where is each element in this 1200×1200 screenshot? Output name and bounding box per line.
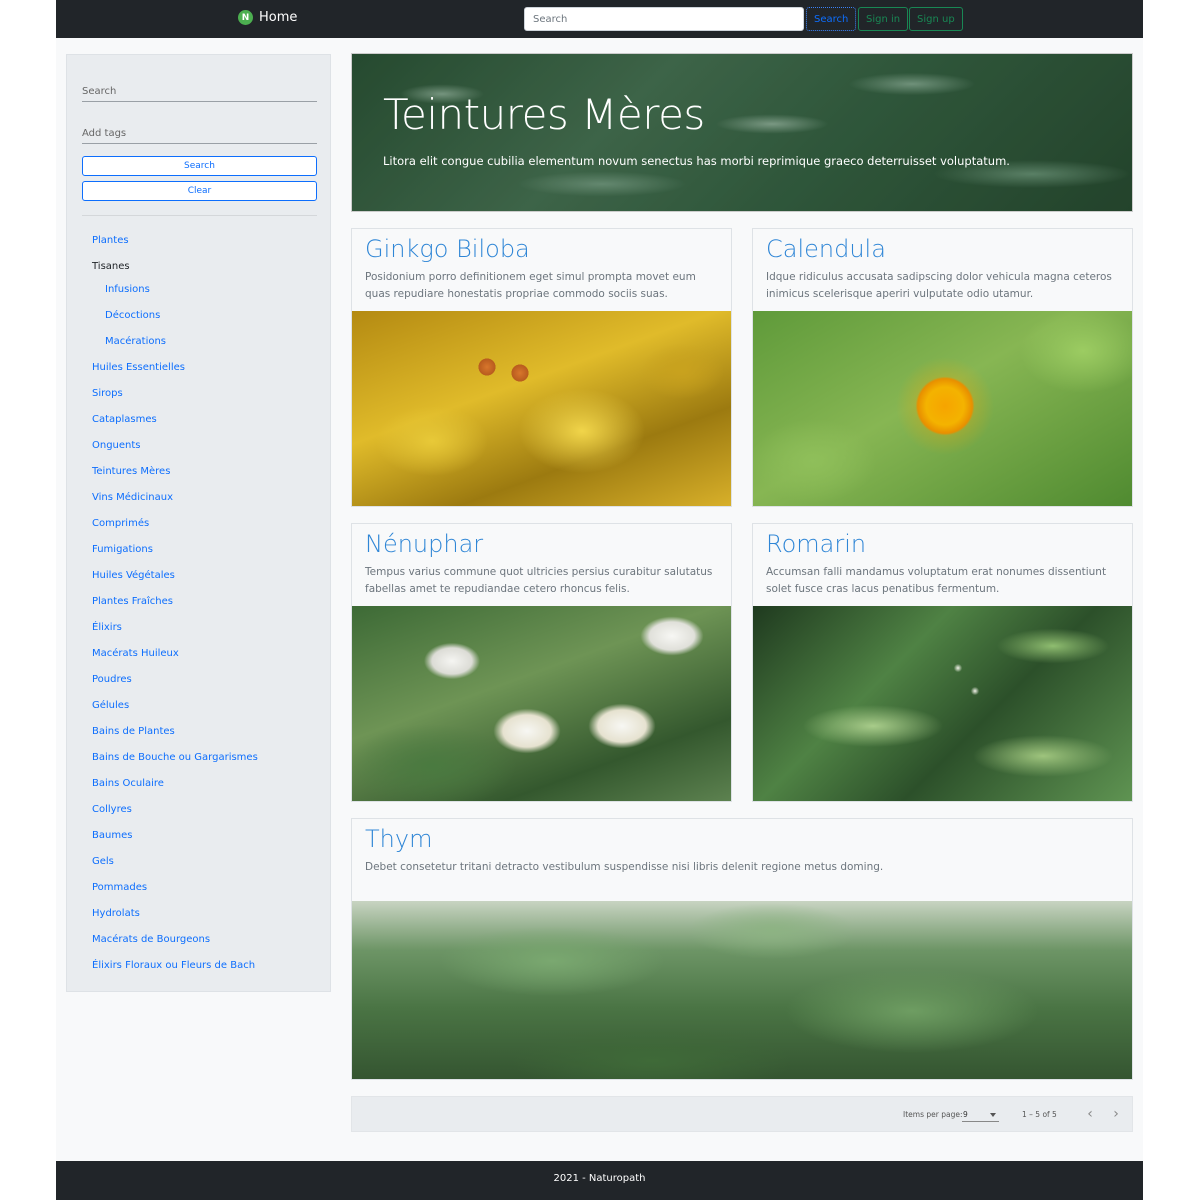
sidebar-item-elixirs-floraux[interactable]: Élixirs Floraux ou Fleurs de Bach <box>92 956 322 982</box>
card-title[interactable]: Romarin <box>766 530 866 558</box>
card-title[interactable]: Calendula <box>766 235 886 263</box>
dropdown-caret-icon <box>990 1113 996 1117</box>
next-page-icon[interactable]: › <box>1107 1105 1125 1123</box>
home-label: Home <box>259 10 298 25</box>
sidebar-item-plantes[interactable]: Plantes <box>92 231 322 257</box>
items-per-page-label: Items per page: <box>903 1110 963 1119</box>
sidebar-item-bains-de-plantes[interactable]: Bains de Plantes <box>92 722 322 748</box>
sidebar-item-huiles-essentielles[interactable]: Huiles Essentielles <box>92 358 322 384</box>
paginator: Items per page: 9 1 – 5 of 5 ‹ › <box>351 1096 1133 1132</box>
product-card-ginkgo[interactable]: Ginkgo Biloba Posidonium porro definitio… <box>351 228 732 507</box>
sidebar-item-infusions[interactable]: Infusions <box>92 280 322 306</box>
sidebar-item-collyres[interactable]: Collyres <box>92 800 322 826</box>
sidebar-divider <box>82 215 317 216</box>
sidebar-item-tisanes[interactable]: Tisanes <box>92 257 322 280</box>
hero-banner: Teintures Mères Litora elit congue cubil… <box>351 53 1133 212</box>
product-card-thym[interactable]: Thym Debet consetetur tritani detracto v… <box>351 818 1133 1080</box>
sidebar-item-gels[interactable]: Gels <box>92 852 322 878</box>
card-description: Tempus varius commune quot ultricies per… <box>365 566 713 595</box>
card-title[interactable]: Thym <box>365 825 432 853</box>
product-card-romarin[interactable]: Romarin Accumsan falli mandamus voluptat… <box>752 523 1133 802</box>
category-list: Plantes Tisanes Infusions Décoctions Mac… <box>92 231 322 982</box>
card-description: Debet consetetur tritani detracto vestib… <box>365 861 884 873</box>
sidebar-item-hydrolats[interactable]: Hydrolats <box>92 904 322 930</box>
sidebar-search-button[interactable]: Search <box>82 156 317 176</box>
card-title[interactable]: Ginkgo Biloba <box>365 235 530 263</box>
hero-description: Litora elit congue cubilia elementum nov… <box>383 154 1010 168</box>
sidebar-item-macerations[interactable]: Macérations <box>92 332 322 358</box>
product-card-calendula[interactable]: Calendula Idque ridiculus accusata sadip… <box>752 228 1133 507</box>
footer: 2021 - Naturopath <box>56 1161 1143 1200</box>
thym-image[interactable] <box>352 901 1132 1079</box>
previous-page-icon[interactable]: ‹ <box>1081 1105 1099 1123</box>
calendula-image[interactable] <box>753 311 1132 506</box>
navbar-search-input[interactable] <box>524 7 804 31</box>
brand-logo-icon: N <box>238 10 253 25</box>
sidebar-item-decoctions[interactable]: Décoctions <box>92 306 322 332</box>
sign-up-button[interactable]: Sign up <box>909 7 963 31</box>
sidebar-clear-button[interactable]: Clear <box>82 181 317 201</box>
sidebar-item-macerats-de-bourgeons[interactable]: Macérats de Bourgeons <box>92 930 322 956</box>
sidebar-tags-input[interactable] <box>82 124 317 144</box>
sidebar-item-bains-oculaire[interactable]: Bains Oculaire <box>92 774 322 800</box>
footer-text: 2021 - Naturopath <box>553 1173 646 1184</box>
card-title[interactable]: Nénuphar <box>365 530 483 558</box>
navbar-search-button[interactable]: Search <box>806 7 857 31</box>
home-link[interactable]: N Home <box>238 10 297 25</box>
ginkgo-image[interactable] <box>352 311 731 506</box>
sidebar-item-fumigations[interactable]: Fumigations <box>92 540 322 566</box>
sidebar-search-input[interactable] <box>82 82 317 102</box>
sidebar-item-gelules[interactable]: Gélules <box>92 696 322 722</box>
app-frame: N Home Search Sign in Sign up Search Cle… <box>56 0 1143 1200</box>
sidebar-item-plantes-fraiches[interactable]: Plantes Fraîches <box>92 592 322 618</box>
sidebar-item-poudres[interactable]: Poudres <box>92 670 322 696</box>
nenuphar-image[interactable] <box>352 606 731 801</box>
sidebar-item-sirops[interactable]: Sirops <box>92 384 322 410</box>
sign-in-button[interactable]: Sign in <box>858 7 909 31</box>
romarin-image[interactable] <box>753 606 1132 801</box>
page-range-label: 1 – 5 of 5 <box>1022 1110 1057 1119</box>
product-card-nenuphar[interactable]: Nénuphar Tempus varius commune quot ultr… <box>351 523 732 802</box>
sidebar-item-baumes[interactable]: Baumes <box>92 826 322 852</box>
items-per-page-value: 9 <box>963 1110 968 1119</box>
sidebar-item-cataplasmes[interactable]: Cataplasmes <box>92 410 322 436</box>
items-per-page-select[interactable]: 9 <box>962 1107 999 1122</box>
sidebar-item-macerats-huileux[interactable]: Macérats Huileux <box>92 644 322 670</box>
card-description: Idque ridiculus accusata sadipscing dolo… <box>766 271 1112 300</box>
card-description: Posidonium porro definitionem eget simul… <box>365 271 696 300</box>
sidebar-item-teintures-meres[interactable]: Teintures Mères <box>92 462 322 488</box>
sidebar-item-huiles-vegetales[interactable]: Huiles Végétales <box>92 566 322 592</box>
hero-title: Teintures Mères <box>383 90 705 139</box>
sidebar-item-pommades[interactable]: Pommades <box>92 878 322 904</box>
sidebar-item-bains-de-bouche[interactable]: Bains de Bouche ou Gargarismes <box>92 748 322 774</box>
sidebar: Search Clear Plantes Tisanes Infusions D… <box>66 54 331 992</box>
card-description: Accumsan falli mandamus voluptatum erat … <box>766 566 1107 595</box>
sidebar-item-vins-medicinaux[interactable]: Vins Médicinaux <box>92 488 322 514</box>
top-navbar: N Home Search Sign in Sign up <box>56 0 1143 38</box>
sidebar-item-onguents[interactable]: Onguents <box>92 436 322 462</box>
sidebar-item-comprimes[interactable]: Comprimés <box>92 514 322 540</box>
sidebar-item-elixirs[interactable]: Élixirs <box>92 618 322 644</box>
